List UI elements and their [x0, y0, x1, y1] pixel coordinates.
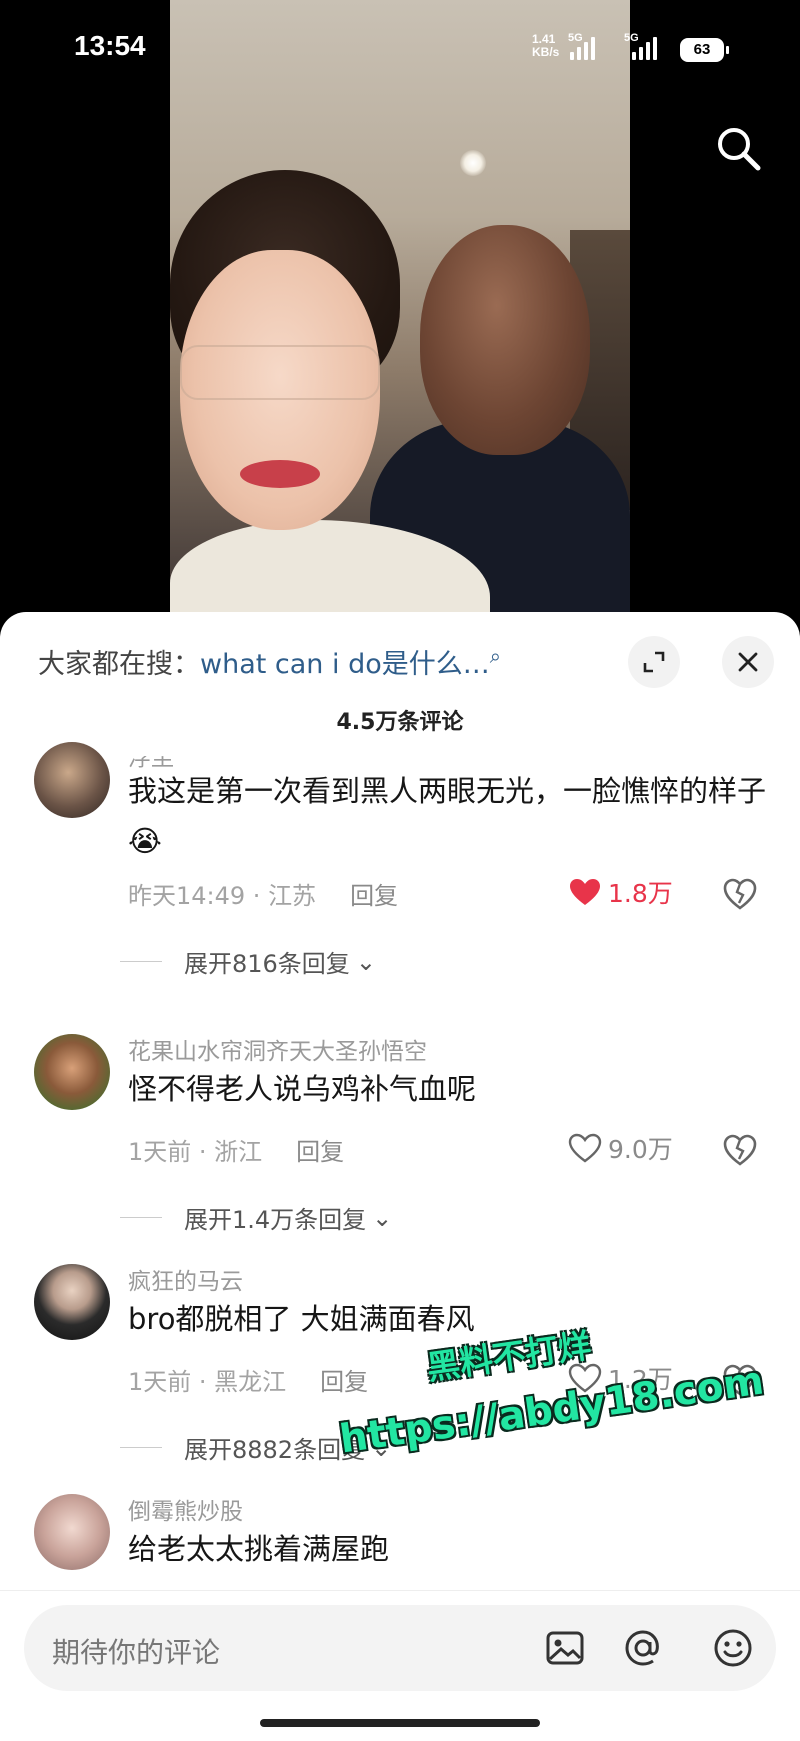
- heart-outline-icon: [568, 1133, 602, 1163]
- avatar[interactable]: [34, 1494, 110, 1570]
- like-button[interactable]: 9.0万: [568, 1130, 673, 1166]
- comment-time: 1天前: [128, 1368, 192, 1396]
- expand-divider: [120, 961, 162, 962]
- trending-search-prefix: 大家都在搜：: [38, 649, 200, 680]
- comment-text: 怪不得老人说乌鸡补气血呢: [128, 1072, 477, 1106]
- comment-count: 4.5万条评论: [336, 710, 464, 735]
- chevron-down-icon: ⌄: [372, 1203, 393, 1232]
- video-frame: [170, 0, 630, 620]
- like-count: 9.0万: [608, 1135, 673, 1164]
- heart-filled-icon: [570, 879, 600, 905]
- expand-replies-label: 展开8882条回复: [184, 1436, 366, 1464]
- home-indicator[interactable]: [260, 1719, 540, 1727]
- expand-replies[interactable]: 展开816条回复 ⌄: [120, 944, 376, 979]
- comment-location: 江苏: [268, 882, 317, 910]
- search-icon[interactable]: [712, 122, 764, 174]
- network-speed-unit: KB/s: [532, 45, 560, 59]
- comment-text: 给老太太挑着满屋跑: [128, 1532, 390, 1566]
- ceiling-light: [460, 150, 486, 176]
- reply-button[interactable]: 回复: [296, 1138, 344, 1166]
- signal-icon: [570, 36, 595, 60]
- expand-icon: [643, 651, 665, 673]
- comment-meta: 昨天14:49 · 江苏 回复: [128, 882, 399, 910]
- small-search-icon: ⌕: [489, 644, 501, 668]
- dislike-icon[interactable]: [722, 876, 758, 912]
- comment-item: 倒霉熊炒股 给老太太挑着满屋跑: [0, 1472, 800, 1602]
- comment-meta: 1天前 · 浙江 回复: [128, 1138, 345, 1166]
- comment-time: 昨天14:49: [128, 882, 246, 910]
- battery-icon: 63: [680, 38, 729, 62]
- close-icon: [738, 652, 758, 672]
- dislike-icon[interactable]: [722, 1132, 758, 1168]
- reply-button[interactable]: 回复: [350, 882, 398, 910]
- comment-input-placeholder: 期待你的评论: [52, 1636, 221, 1669]
- comment-time: 1天前: [128, 1138, 192, 1166]
- chevron-down-icon: ⌄: [355, 947, 376, 976]
- comment-username[interactable]: 倒霉熊炒股: [128, 1492, 243, 1526]
- avatar[interactable]: [34, 1264, 110, 1340]
- comment-text: 我这是第一次看到黑人两眼无光，一脸憔悴的样子😭: [128, 774, 767, 858]
- comment-input[interactable]: 期待你的评论: [24, 1605, 776, 1691]
- comment-meta: 1天前 · 黑龙江 回复: [128, 1368, 369, 1396]
- emoji-icon[interactable]: [710, 1625, 756, 1671]
- woman-lips: [240, 460, 320, 488]
- trending-search[interactable]: 大家都在搜：what can i do是什么…⌕: [38, 642, 598, 681]
- man-head: [420, 225, 590, 455]
- reply-button[interactable]: 回复: [320, 1368, 368, 1396]
- expand-replies-label: 展开816条回复: [184, 950, 350, 978]
- woman-glasses: [180, 345, 380, 400]
- comment-item: 花果山水帘洞齐天大圣孙悟空 怪不得老人说乌鸡补气血呢 1天前 · 浙江 回复 9.…: [0, 1012, 800, 1235]
- image-icon[interactable]: [542, 1625, 588, 1671]
- trending-search-query[interactable]: what can i do是什么…: [200, 649, 490, 680]
- avatar[interactable]: [34, 1034, 110, 1110]
- comment-item: 浮尘 我这是第一次看到黑人两眼无光，一脸憔悴的样子😭 昨天14:49 · 江苏回…: [0, 742, 800, 992]
- status-time: 13:54: [74, 30, 146, 61]
- close-button[interactable]: [722, 636, 774, 688]
- video-player[interactable]: 13:54 1.41 KB/s 5G 5G 63: [0, 0, 800, 620]
- expand-divider: [120, 1447, 162, 1448]
- mention-icon[interactable]: [620, 1625, 666, 1671]
- expand-divider: [120, 1217, 162, 1218]
- like-button[interactable]: 1.8万: [568, 874, 673, 910]
- comment-username[interactable]: 疯狂的马云: [128, 1262, 243, 1296]
- comment-username[interactable]: 花果山水帘洞齐天大圣孙悟空: [128, 1032, 427, 1066]
- signal-icon-2: [632, 36, 657, 60]
- comment-location: 浙江: [214, 1138, 263, 1166]
- expand-replies-label: 展开1.4万条回复: [184, 1206, 367, 1234]
- expand-button[interactable]: [628, 636, 680, 688]
- comment-sheet: 大家都在搜：what can i do是什么…⌕ 4.5万条评论 浮尘 我这是第…: [0, 612, 800, 1741]
- comment-location: 黑龙江: [214, 1368, 287, 1396]
- expand-replies[interactable]: 展开1.4万条回复 ⌄: [120, 1200, 392, 1235]
- comment-input-bar: 期待你的评论: [0, 1590, 800, 1741]
- avatar[interactable]: [34, 742, 110, 818]
- comment-text: bro都脱相了 大姐满面春风: [128, 1302, 475, 1336]
- network-speed: 1.41 KB/s: [532, 33, 559, 59]
- like-count: 1.8万: [608, 879, 673, 908]
